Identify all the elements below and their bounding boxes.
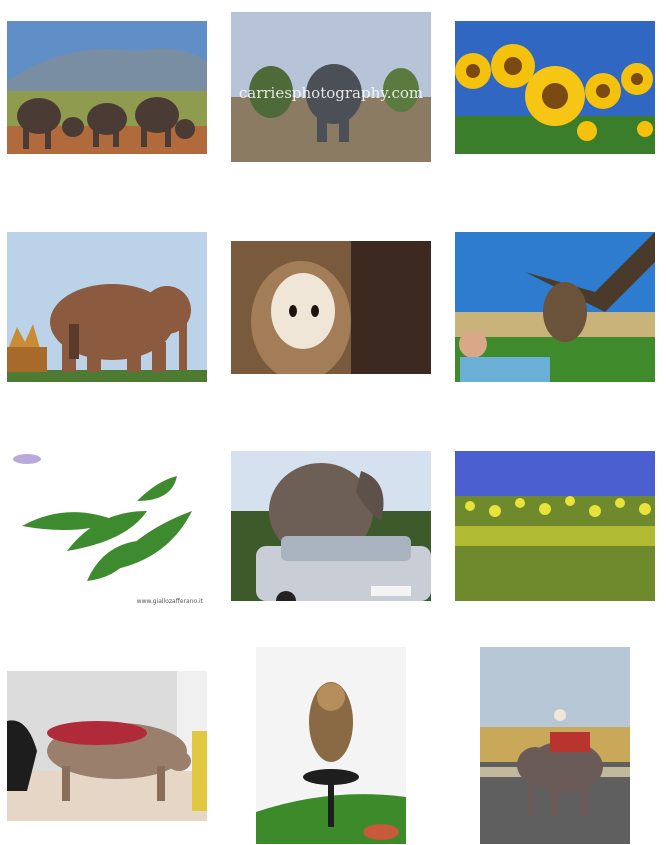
image-grid: carriesphotography.com www.giallozaffera… [0, 0, 666, 845]
credit-text: www.giallozafferano.it [137, 598, 204, 605]
elephant-ride-photo [480, 647, 630, 844]
elephant-herd-photo [7, 21, 207, 154]
elephant-temple-photo [7, 232, 207, 382]
image-elephant-and-car[interactable] [231, 451, 431, 601]
watermark-text: carriesphotography.com [239, 84, 423, 102]
image-elephant-ride[interactable] [480, 647, 630, 844]
image-arugula-leaves[interactable]: www.giallozafferano.it [7, 451, 207, 607]
eagle-owl-with-man-photo [455, 232, 655, 382]
image-elephant-savanna[interactable]: carriesphotography.com [231, 12, 431, 162]
image-owl-on-perch[interactable] [256, 647, 406, 844]
arugula-leaves-photo: www.giallozafferano.it [7, 451, 207, 607]
elephant-and-car-photo [231, 451, 431, 601]
image-elephant-herd[interactable] [7, 21, 207, 154]
injured-dog-photo [7, 671, 207, 821]
sunflowers-photo [455, 21, 655, 154]
image-injured-dog[interactable] [7, 671, 207, 821]
rapeseed-field-photo [455, 451, 655, 601]
elephant-savanna-photo: carriesphotography.com [231, 12, 431, 162]
owl-on-perch-photo [256, 647, 406, 844]
image-rapeseed-field[interactable] [455, 451, 655, 601]
image-sunflowers[interactable] [455, 21, 655, 154]
image-eagle-owl-with-man[interactable] [455, 232, 655, 382]
image-barn-owl[interactable] [231, 241, 431, 374]
image-elephant-temple[interactable] [7, 232, 207, 382]
barn-owl-photo [231, 241, 431, 374]
